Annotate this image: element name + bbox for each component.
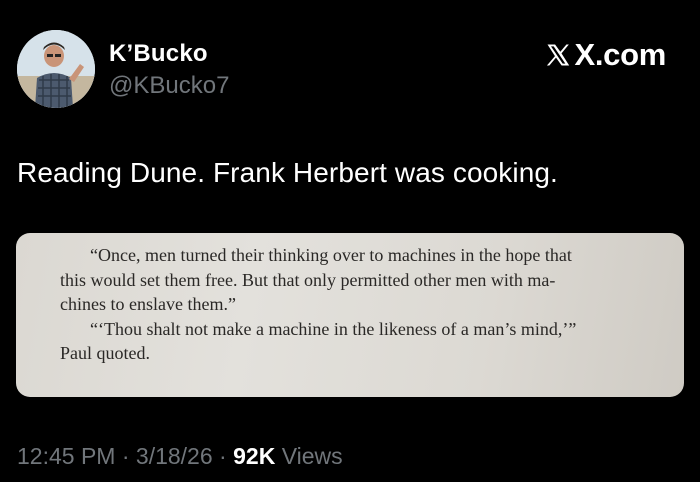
post-time[interactable]: 12:45 PM bbox=[17, 443, 115, 469]
meta-separator: · bbox=[121, 443, 130, 469]
book-line: chines to enslave them.” bbox=[60, 294, 236, 314]
post-date[interactable]: 3/18/26 bbox=[136, 443, 213, 469]
tweet-meta: 12:45 PM · 3/18/26 · 92K Views bbox=[17, 443, 343, 470]
brand-logo: X.com bbox=[544, 37, 666, 73]
book-line: “Once, men turned their thinking over to… bbox=[90, 245, 572, 265]
brand-label: X.com bbox=[574, 37, 666, 72]
book-line: “‘Thou shalt not make a machine in the l… bbox=[90, 318, 577, 339]
tweet-media-image[interactable]: “Once, men turned their thinking over to… bbox=[16, 233, 684, 397]
views-label: Views bbox=[281, 443, 343, 469]
avatar[interactable] bbox=[17, 30, 95, 108]
meta-separator: · bbox=[219, 443, 227, 469]
views-count[interactable]: 92K bbox=[233, 443, 275, 469]
book-line: this would set them free. But that only … bbox=[60, 269, 556, 290]
book-line: Paul quoted. bbox=[60, 343, 150, 363]
author-display-name[interactable]: K’Bucko bbox=[109, 40, 208, 68]
profile-photo-avatar bbox=[17, 30, 95, 108]
tweet-text: Reading Dune. Frank Herbert was cooking. bbox=[17, 157, 558, 188]
author-handle[interactable]: @KBucko7 bbox=[109, 72, 229, 100]
book-page-text: “Once, men turned their thinking over to… bbox=[60, 243, 660, 366]
x-logo-icon bbox=[547, 44, 570, 66]
